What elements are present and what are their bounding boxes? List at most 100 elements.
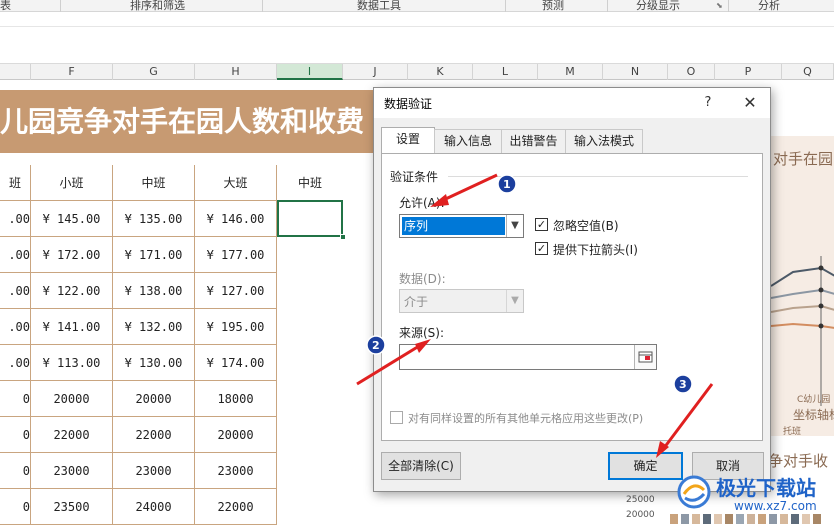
table-cell[interactable]: 0 <box>0 417 31 453</box>
dialog-launcher-icon[interactable]: ⬊ <box>716 1 723 10</box>
table-cell[interactable]: 20000 <box>31 381 113 417</box>
table-header-cell[interactable]: 中班 <box>113 165 195 201</box>
table-cell[interactable]: ¥ 113.00 <box>31 345 113 381</box>
column-header-H[interactable]: H <box>195 64 277 80</box>
chart-bar <box>681 514 689 524</box>
selected-cell[interactable] <box>277 200 343 237</box>
table-cell[interactable]: 23500 <box>31 489 113 525</box>
source-input[interactable] <box>399 344 657 370</box>
apply-all-label: 对有同样设置的所有其他单元格应用这些更改(P) <box>408 412 644 425</box>
chevron-down-icon[interactable]: ▼ <box>506 215 523 237</box>
chart-series-label: C幼儿园 <box>797 395 831 405</box>
y-tick: 25000 <box>626 495 655 505</box>
data-dropdown[interactable]: 介于 ▼ <box>399 289 524 313</box>
tab-error-alert[interactable]: 出错警告 <box>501 129 566 153</box>
table-cell[interactable]: 18000 <box>195 381 277 417</box>
column-header-P[interactable]: P <box>715 64 782 80</box>
column-header-J[interactable]: J <box>343 64 408 80</box>
table-cell[interactable]: 0 <box>0 453 31 489</box>
table-cell[interactable]: 23000 <box>113 453 195 489</box>
table-header-cell[interactable]: 小班 <box>31 165 113 201</box>
ribbon-separator <box>607 0 608 12</box>
column-header-K[interactable]: K <box>408 64 473 80</box>
column-header-E[interactable] <box>0 64 31 80</box>
chart-bar <box>769 514 777 524</box>
table-cell[interactable]: .00 <box>0 345 31 381</box>
column-header-L[interactable]: L <box>473 64 538 80</box>
table-cell[interactable]: 0 <box>0 489 31 525</box>
column-header-N[interactable]: N <box>603 64 668 80</box>
column-header-Q[interactable]: Q <box>782 64 834 80</box>
in-cell-dropdown-label: 提供下拉箭头(I) <box>553 243 638 257</box>
column-header-O[interactable]: O <box>668 64 715 80</box>
column-header-M[interactable]: M <box>538 64 603 80</box>
tab-ime-mode[interactable]: 输入法模式 <box>565 129 643 153</box>
table-cell[interactable]: ¥ 174.00 <box>195 345 277 381</box>
table-cell[interactable]: 23000 <box>31 453 113 489</box>
table-cell[interactable]: ¥ 135.00 <box>113 201 195 237</box>
dialog-titlebar[interactable]: 数据验证 ? ✕ <box>374 88 770 118</box>
settings-panel: 验证条件 允许(A): 序列 ▼ ✓ 忽略空值(B) ✓ 提供下拉箭头(I) 数… <box>381 153 763 441</box>
table-cell[interactable]: ¥ 141.00 <box>31 309 113 345</box>
table-cell[interactable]: .00 <box>0 309 31 345</box>
table-cell[interactable]: .00 <box>0 201 31 237</box>
table-cell[interactable]: .00 <box>0 237 31 273</box>
chart2-title: 争对手收 <box>768 452 829 470</box>
close-button[interactable]: ✕ <box>739 92 761 114</box>
help-button[interactable]: ? <box>698 93 718 113</box>
legend-entry: 托班 <box>783 427 802 437</box>
table-cell[interactable]: 24000 <box>113 489 195 525</box>
data-label: 数据(D): <box>399 272 446 286</box>
table-header-cell[interactable]: 中班 <box>277 165 343 201</box>
table-cell[interactable]: 20000 <box>195 417 277 453</box>
table-cell[interactable]: 20000 <box>113 381 195 417</box>
apply-all-checkbox[interactable] <box>390 411 403 424</box>
fill-handle[interactable] <box>340 234 346 240</box>
chart-bar <box>747 514 755 524</box>
column-header-G[interactable]: G <box>113 64 195 80</box>
table-cell[interactable]: ¥ 177.00 <box>195 237 277 273</box>
column-header-bar: F G H I J K L M N O P Q <box>0 64 834 80</box>
chevron-down-icon[interactable]: ▼ <box>506 290 523 312</box>
table-cell[interactable]: ¥ 171.00 <box>113 237 195 273</box>
range-selector-icon[interactable] <box>634 345 656 369</box>
banner-title: 儿园竞争对手在园人数和收费 <box>0 105 365 138</box>
allow-dropdown[interactable]: 序列 ▼ <box>399 214 524 238</box>
table-header-cell[interactable]: 班 <box>0 165 31 201</box>
clear-all-button[interactable]: 全部清除(C) <box>381 452 461 480</box>
ribbon-separator <box>262 0 263 12</box>
in-cell-dropdown-checkbox[interactable]: ✓ <box>535 242 548 255</box>
ignore-blank-label: 忽略空值(B) <box>553 219 619 233</box>
table-cell[interactable]: 23000 <box>195 453 277 489</box>
table-cell[interactable]: 22000 <box>113 417 195 453</box>
table-cell[interactable]: ¥ 122.00 <box>31 273 113 309</box>
dialog-title: 数据验证 <box>384 97 433 111</box>
table-cell[interactable]: 22000 <box>195 489 277 525</box>
table-cell[interactable]: ¥ 145.00 <box>31 201 113 237</box>
table-cell[interactable]: ¥ 132.00 <box>113 309 195 345</box>
watermark-url: www.xz7.com <box>734 499 817 513</box>
ignore-blank-checkbox[interactable]: ✓ <box>535 218 548 231</box>
tab-input-message[interactable]: 输入信息 <box>434 129 502 153</box>
table-cell[interactable]: 0 <box>0 381 31 417</box>
chart-title: 对手在园 <box>773 150 834 168</box>
table-cell[interactable]: ¥ 195.00 <box>195 309 277 345</box>
chart-bar <box>714 514 722 524</box>
column-header-F[interactable]: F <box>31 64 113 80</box>
table-header-cell[interactable]: 大班 <box>195 165 277 201</box>
table-cell[interactable]: ¥ 146.00 <box>195 201 277 237</box>
chart-bar <box>736 514 744 524</box>
column-header-I[interactable]: I <box>277 64 343 80</box>
table-cell[interactable]: ¥ 172.00 <box>31 237 113 273</box>
tab-settings[interactable]: 设置 <box>381 127 435 154</box>
table-cell[interactable]: ¥ 138.00 <box>113 273 195 309</box>
table-cell[interactable]: 22000 <box>31 417 113 453</box>
ok-button[interactable]: 确定 <box>608 452 683 480</box>
table-cell[interactable]: ¥ 127.00 <box>195 273 277 309</box>
table-cell[interactable]: ¥ 130.00 <box>113 345 195 381</box>
ribbon-separator <box>728 0 729 12</box>
group-divider <box>448 176 748 177</box>
table-cell[interactable]: .00 <box>0 273 31 309</box>
chart-bar <box>780 514 788 524</box>
line-chart[interactable]: 对手在园 C幼儿园 坐标轴标 托班 <box>770 136 834 437</box>
